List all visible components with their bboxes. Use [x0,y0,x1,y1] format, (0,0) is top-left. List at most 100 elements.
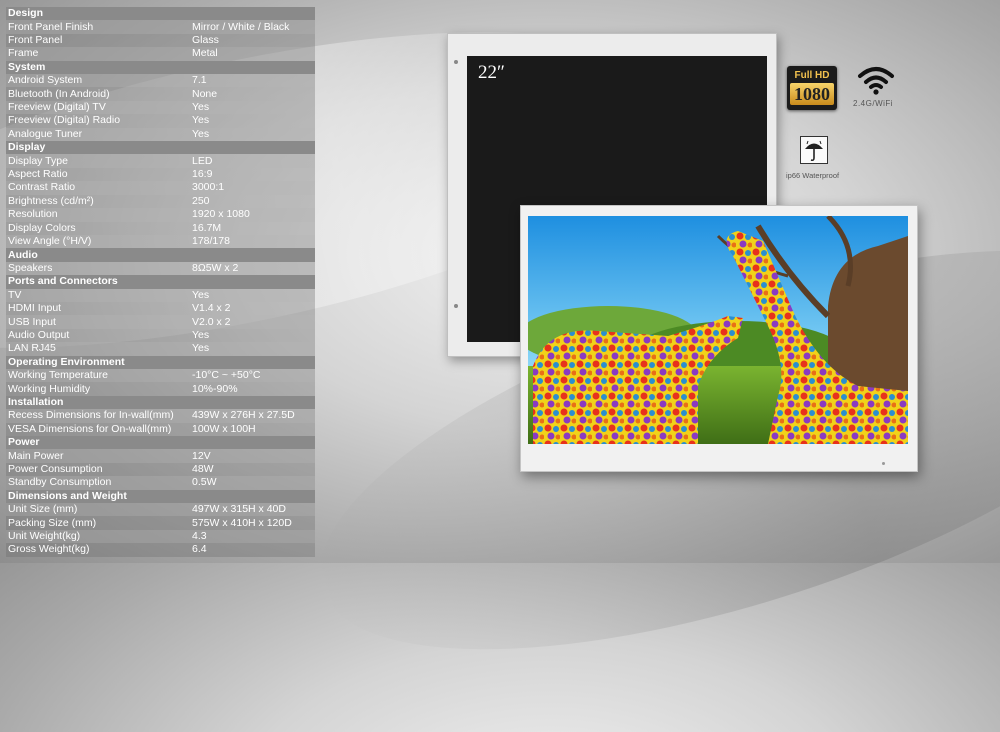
spec-row: Unit Weight(kg) 4.3 [6,529,315,544]
spec-value: 250 [192,194,210,207]
spec-label: Working Humidity [8,382,91,395]
wifi-label: 2.4G/WiFi [853,99,894,108]
full-hd-badge: Full HD 1080 [787,66,837,110]
spec-label: Contrast Ratio [8,181,76,194]
spec-row: HDMI Input V1.4 x 2 [6,301,315,316]
mount-screw [454,304,458,308]
spec-row: Working Humidity 10%-90% [6,382,315,396]
spec-row: Front Panel Glass [6,33,315,48]
umbrella-icon [800,136,828,164]
spec-section-title: Dimensions and Weight [8,489,127,502]
spec-value: Metal [192,47,218,60]
spec-row: Freeview (Digital) Radio Yes [6,114,315,128]
spec-label: Frame [8,47,39,60]
spec-section-header: Audio [6,248,315,262]
spec-value: Yes [192,114,210,127]
spec-label: Power Consumption [8,463,103,476]
giraffe-display-image [528,216,908,444]
spec-row: Aspect Ratio 16:9 [6,167,315,182]
spec-value: 48W [192,463,214,476]
spec-label: Gross Weight(kg) [8,543,90,556]
spec-row: Audio Output Yes [6,328,315,343]
wifi-icon [858,67,894,95]
spec-section-title: Installation [8,395,64,408]
spec-value: 100W x 100H [192,422,256,435]
spec-value: Yes [192,328,210,341]
spec-value: 6.4 [192,543,207,556]
spec-value: -10°C ~ +50°C [192,369,261,382]
spec-value: Yes [192,288,210,301]
spec-label: Display Colors [8,221,76,234]
spec-section-header: Display [6,141,315,155]
spec-value: 8Ω5W x 2 [192,261,239,274]
spec-value: 16.7M [192,221,222,234]
spec-section-title: Display [8,141,46,154]
spec-label: Audio Output [8,328,70,341]
spec-row: Gross Weight(kg) 6.4 [6,543,315,557]
spec-label: Display Type [8,154,68,167]
spec-section-header: Installation [6,395,315,410]
spec-value: V2.0 x 2 [192,315,231,328]
spec-section-header: Design [6,7,315,21]
spec-value: 1920 x 1080 [192,208,250,221]
spec-row: Freeview (Digital) TV Yes [6,100,315,115]
spec-label: USB Input [8,315,56,328]
spec-section-header: System [6,60,315,75]
resolution-1080-text: 1080 [790,83,834,105]
spec-row: Android System 7.1 [6,74,315,88]
spec-value: LED [192,154,213,167]
spec-value: Mirror / White / Black [192,20,290,33]
spec-section-title: Operating Environment [8,355,125,368]
spec-row: TV Yes [6,288,315,302]
spec-section-title: System [8,60,46,73]
spec-row: Analogue Tuner Yes [6,127,315,142]
spec-value: 4.3 [192,530,207,543]
spec-row: View Angle (°H/V) 178/178 [6,234,315,249]
spec-value: Yes [192,101,210,114]
spec-value: None [192,87,218,100]
spec-value: Yes [192,127,210,140]
spec-row: Packing Size (mm) 575W x 410H x 120D [6,516,315,530]
spec-label: Resolution [8,208,58,221]
spec-label: Recess Dimensions for In-wall(mm) [8,409,174,422]
spec-label: Front Panel [8,34,63,47]
spec-value: 3000:1 [192,181,225,194]
spec-label: HDMI Input [8,302,62,315]
spec-row: USB Input V2.0 x 2 [6,315,315,329]
waterproof-label: ip66 Waterproof [786,171,840,180]
spec-label: Bluetooth (In Android) [8,87,110,100]
spec-section-title: Ports and Connectors [8,275,118,288]
spec-label: Front Panel Finish [8,20,94,33]
spec-value: 497W x 315H x 40D [192,503,286,516]
mount-screw [454,60,458,64]
spec-label: Freeview (Digital) Radio [8,114,121,127]
spec-value: 0.5W [192,476,217,489]
spec-label: Unit Weight(kg) [8,530,81,543]
spec-section-title: Audio [8,248,38,261]
spec-label: Analogue Tuner [8,127,83,140]
spec-label: Packing Size (mm) [8,516,97,529]
spec-label: Standby Consumption [8,476,112,489]
spec-value: Glass [192,34,219,47]
spec-row: Standby Consumption 0.5W [6,476,315,490]
spec-label: View Angle (°H/V) [8,235,92,248]
spec-value: V1.4 x 2 [192,302,231,315]
spec-section-title: Design [8,7,44,20]
spec-value: 16:9 [192,168,213,181]
spec-row: Power Consumption 48W [6,462,315,477]
spec-section-title: Power [8,436,40,449]
full-hd-text: Full HD [794,70,830,81]
power-led [882,462,885,465]
spec-row: Main Power 12V [6,449,315,463]
spec-table: Design Front Panel Finish Mirror / White /… [6,7,315,557]
spec-row: Recess Dimensions for In-wall(mm) 439W x … [6,409,315,423]
spec-row: Contrast Ratio 3000:1 [6,181,315,195]
spec-value: 575W x 410H x 120D [192,516,292,529]
spec-label: VESA Dimensions for On-wall(mm) [8,422,172,435]
spec-label: LAN RJ45 [8,342,56,355]
spec-label: TV [8,288,22,301]
spec-label: Android System [8,74,83,87]
spec-label: Working Temperature [8,369,108,382]
spec-row: Speakers 8Ω5W x 2 [6,261,315,276]
spec-row: Display Type LED [6,154,315,168]
